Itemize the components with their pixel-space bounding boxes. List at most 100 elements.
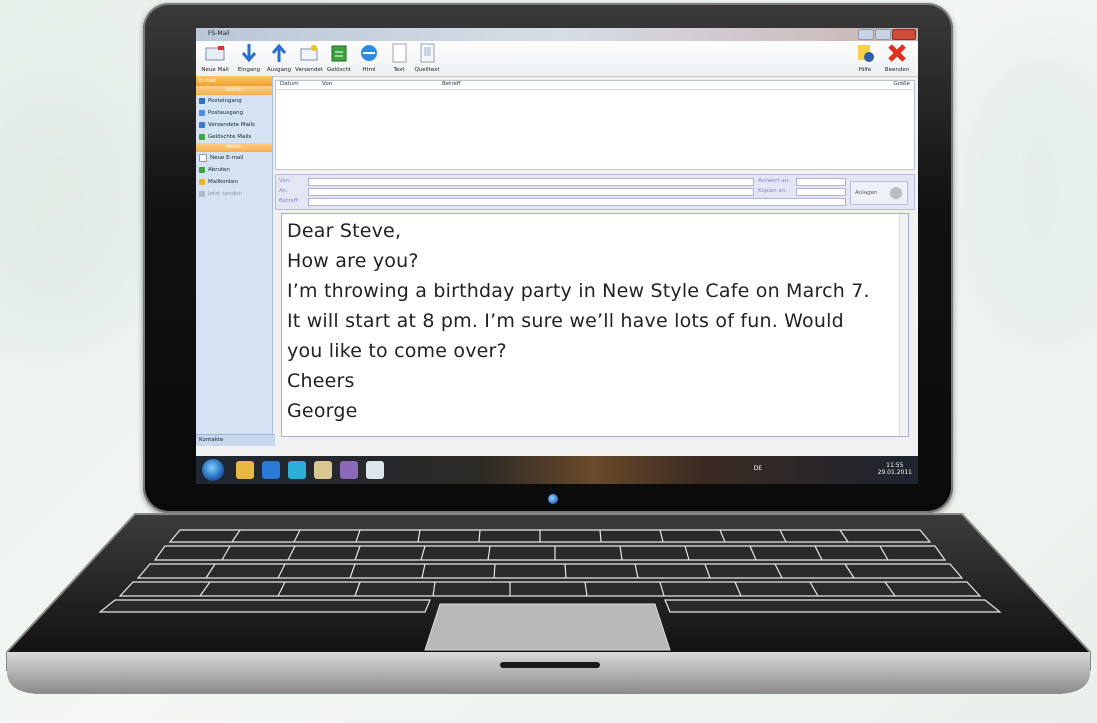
- source-label: Quelltext: [414, 67, 440, 73]
- sidebar-section-folders: Ordner: [196, 86, 272, 95]
- clock-date: 29.01.2011: [877, 469, 912, 476]
- webcam-icon: [548, 494, 558, 504]
- clock-time: 11:55: [886, 462, 904, 469]
- sidebar-item-label: Abrufen: [208, 167, 230, 173]
- maximize-button[interactable]: [875, 29, 891, 40]
- column-subject[interactable]: Betreff: [442, 81, 461, 87]
- window-title: FS-Mail: [208, 30, 230, 37]
- outbox-button[interactable]: Ausgang: [262, 42, 296, 76]
- recycle-icon: [331, 45, 347, 62]
- taskbar: DE 11:55 29.01.2011: [196, 456, 918, 484]
- to-label: An:: [279, 188, 289, 194]
- sidebar-item-accounts[interactable]: Mailkonten: [196, 176, 272, 188]
- from-label: Von:: [279, 178, 292, 184]
- sidebar-item-fetch[interactable]: Abrufen: [196, 164, 272, 176]
- sidebar-item-label: Mailkonten: [208, 179, 239, 185]
- body-line: Dear Steve,: [287, 220, 402, 242]
- sent-icon: [199, 122, 205, 128]
- outbox-icon: [199, 110, 205, 116]
- to-field[interactable]: [308, 188, 754, 196]
- sidebar-item-outbox[interactable]: Postausgang: [196, 107, 272, 119]
- fetch-icon: [199, 167, 205, 173]
- accounts-icon: [199, 179, 205, 185]
- from-field[interactable]: [308, 178, 754, 186]
- help-label: Hilfe: [858, 67, 872, 73]
- sidebar-item-label: Jetzt senden: [208, 191, 243, 197]
- sidebar-item-inbox[interactable]: Posteingang: [196, 95, 272, 107]
- sent-mail-icon: [300, 45, 318, 61]
- attachments-label: Anlagen: [855, 190, 878, 196]
- source-button[interactable]: Quelltext: [410, 42, 444, 76]
- sidebar-item-label: Versendete Mails: [208, 122, 255, 128]
- reply-to-field[interactable]: [796, 178, 846, 186]
- body-line: you like to come over?: [287, 340, 507, 362]
- arrow-down-icon: [241, 44, 257, 63]
- deleted-label: Gelöscht: [326, 67, 352, 73]
- mail-body[interactable]: Dear Steve, How are you? I’m throwing a …: [281, 213, 909, 437]
- subject-field[interactable]: [308, 198, 846, 206]
- sidebar-header[interactable]: E-mail: [196, 76, 272, 86]
- body-line: How are you?: [287, 250, 419, 272]
- media-icon[interactable]: [288, 461, 306, 479]
- close-x-icon: [888, 44, 906, 62]
- contacts-button[interactable]: Kontakte: [196, 434, 275, 446]
- explorer-icon[interactable]: [236, 461, 254, 479]
- column-from[interactable]: Von: [322, 81, 332, 87]
- sidebar-item-label: Postausgang: [208, 110, 244, 116]
- sidebar-item-label: Neue E-mail: [210, 155, 244, 161]
- envelope-icon: [205, 46, 225, 61]
- attachment-icon: [890, 187, 902, 199]
- html-button[interactable]: Html: [352, 42, 386, 76]
- column-size[interactable]: Größe: [893, 81, 910, 87]
- sidebar-item-deleted[interactable]: Gelöschte Mails: [196, 131, 272, 143]
- sidebar-item-sent[interactable]: Versendete Mails: [196, 119, 272, 131]
- message-list[interactable]: Datum Von Betreff Größe: [275, 80, 915, 170]
- body-line: George: [287, 400, 358, 422]
- close-button[interactable]: [892, 29, 916, 40]
- exit-label: Beenden: [884, 67, 910, 73]
- app-icon[interactable]: [340, 461, 358, 479]
- system-tray[interactable]: DE 11:55 29.01.2011: [754, 462, 912, 476]
- subject-label: Betreff:: [279, 198, 300, 204]
- inbox-icon: [199, 98, 205, 104]
- sidebar-item-new-mail[interactable]: Neue E-mail: [196, 152, 272, 164]
- new-mail-label: Neue Mail: [201, 67, 229, 73]
- toolbar: Neue Mail Eingang Ausgang Versendet Gelö…: [196, 41, 918, 77]
- inbox-button[interactable]: Eingang: [232, 42, 266, 76]
- new-document-icon: [199, 154, 207, 162]
- window-titlebar: FS-Mail: [196, 28, 918, 41]
- body-scrollbar[interactable]: [899, 214, 908, 436]
- sent-label: Versendet: [295, 67, 323, 73]
- fsmail-taskbar-icon[interactable]: [366, 461, 384, 479]
- new-mail-button[interactable]: Neue Mail: [198, 42, 232, 76]
- start-button[interactable]: [202, 459, 224, 481]
- send-icon: [199, 191, 205, 197]
- column-date[interactable]: Datum: [280, 81, 299, 87]
- cc-field[interactable]: [796, 188, 846, 196]
- folder-icon[interactable]: [314, 461, 332, 479]
- inbox-label: Eingang: [237, 67, 261, 73]
- document-icon: [392, 43, 407, 63]
- attachments-button[interactable]: Anlagen: [850, 181, 908, 205]
- cc-label: Kopien an:: [758, 188, 788, 194]
- body-line: It will start at 8 pm. I’m sure we’ll ha…: [287, 310, 844, 332]
- minimize-button[interactable]: [858, 29, 874, 40]
- help-button[interactable]: Hilfe: [848, 42, 882, 76]
- ie-icon[interactable]: [262, 461, 280, 479]
- reply-to-label: Antwort an:: [758, 178, 791, 184]
- html-label: Html: [362, 67, 376, 73]
- sent-button[interactable]: Versendet: [292, 42, 326, 76]
- body-line: I’m throwing a birthday party in New Sty…: [287, 280, 870, 302]
- browser-icon: [361, 45, 377, 61]
- sidebar-item-label: Posteingang: [208, 98, 242, 104]
- body-line: Cheers: [287, 370, 355, 392]
- screen: FS-Mail Neue Mail Eingang Ausgang Versen…: [196, 28, 918, 484]
- sidebar-item-send-now[interactable]: Jetzt senden: [196, 188, 272, 200]
- mail-header-fields: Von: An: Betreff: Antwort an: Kopien an:…: [275, 174, 915, 210]
- laptop-base: [6, 513, 1091, 694]
- deleted-button[interactable]: Gelöscht: [322, 42, 356, 76]
- help-icon: [858, 45, 874, 62]
- exit-button[interactable]: Beenden: [880, 42, 914, 76]
- trash-icon: [199, 134, 205, 140]
- language-indicator[interactable]: DE: [754, 465, 762, 472]
